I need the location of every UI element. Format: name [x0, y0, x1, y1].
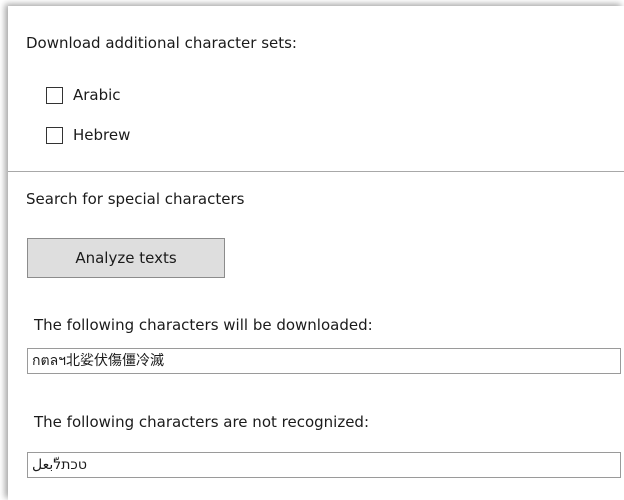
characters-to-download-label: The following characters will be downloa…: [34, 316, 373, 334]
arabic-option[interactable]: Arabic: [46, 83, 121, 107]
character-sets-panel: Download additional character sets: Arab…: [8, 6, 624, 500]
download-character-sets-heading: Download additional character sets:: [26, 34, 297, 52]
download-character-sets-section: Download additional character sets: Arab…: [8, 6, 624, 172]
characters-to-download-field[interactable]: กตลฯ北娑伏傷僵冷滅: [27, 348, 621, 374]
unrecognized-characters-field[interactable]: טכתלّبعل: [27, 452, 621, 478]
unrecognized-characters-label: The following characters are not recogni…: [34, 413, 370, 431]
arabic-checkbox[interactable]: [46, 86, 63, 104]
hebrew-option[interactable]: Hebrew: [46, 123, 130, 147]
arabic-checkbox-label[interactable]: Arabic: [73, 86, 121, 104]
search-special-characters-heading: Search for special characters: [26, 190, 245, 208]
hebrew-checkbox[interactable]: [46, 126, 63, 144]
hebrew-checkbox-label[interactable]: Hebrew: [73, 126, 130, 144]
analyze-texts-button[interactable]: Analyze texts: [27, 238, 225, 278]
